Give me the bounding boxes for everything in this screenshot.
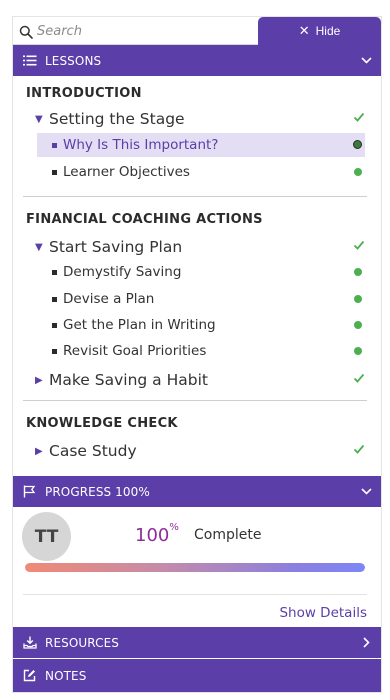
search-box xyxy=(13,17,258,45)
divider xyxy=(23,594,367,595)
notes-header-label: NOTES xyxy=(45,668,87,683)
lesson-label: Make Saving a Habit xyxy=(49,371,208,389)
bullet-square-icon xyxy=(52,322,57,328)
topic-item-active[interactable]: Why Is This Important? xyxy=(37,133,365,157)
triangle-right-icon: ▶ xyxy=(35,374,43,386)
status-dot-icon xyxy=(354,268,362,276)
bullet-square-icon xyxy=(52,269,57,275)
topic-label: Learner Objectives xyxy=(63,164,190,180)
progress-header-label: PROGRESS 100% xyxy=(45,484,150,499)
status-dot-icon xyxy=(354,321,362,329)
status-dot-icon xyxy=(354,347,362,355)
lessons-header[interactable]: LESSONS xyxy=(13,45,381,76)
avatar: TT xyxy=(22,512,71,561)
check-icon xyxy=(353,444,365,454)
lesson-label: Setting the Stage xyxy=(49,110,185,128)
divider xyxy=(23,196,367,197)
topic-label: Why Is This Important? xyxy=(63,137,219,153)
close-icon: ✕ xyxy=(298,23,310,38)
lesson-item[interactable]: ▶ Make Saving a Habit xyxy=(35,369,365,391)
topic-item[interactable]: Revisit Goal Priorities xyxy=(37,339,365,363)
topic-label: Get the Plan in Writing xyxy=(63,317,216,333)
sidebar-topbar: ✕ Hide xyxy=(13,17,381,45)
check-icon xyxy=(353,112,365,122)
topic-item[interactable]: Demystify Saving xyxy=(37,260,365,284)
check-icon xyxy=(353,373,365,383)
status-dot-icon xyxy=(354,295,362,303)
status-dot-icon xyxy=(353,140,362,149)
lesson-item[interactable]: ▼ Start Saving Plan xyxy=(35,236,365,258)
check-icon xyxy=(353,240,365,250)
lesson-label: Start Saving Plan xyxy=(49,238,183,256)
topic-label: Revisit Goal Priorities xyxy=(63,343,207,359)
progress-complete-label: Complete xyxy=(194,527,262,543)
divider xyxy=(23,400,367,401)
module-title: INTRODUCTION xyxy=(26,86,142,101)
topic-item[interactable]: Get the Plan in Writing xyxy=(37,313,365,337)
resources-header[interactable]: RESOURCES xyxy=(13,627,381,658)
topic-label: Devise a Plan xyxy=(63,291,155,307)
lessons-header-label: LESSONS xyxy=(45,53,102,68)
progress-percent-number: 100 xyxy=(135,525,170,546)
progress-header[interactable]: PROGRESS 100% xyxy=(13,476,381,507)
download-tray-icon xyxy=(23,636,45,649)
progress-bar-fill xyxy=(25,563,365,572)
lesson-label: Case Study xyxy=(49,442,137,460)
progress-bar xyxy=(25,563,365,572)
topic-item[interactable]: Learner Objectives xyxy=(37,160,365,184)
course-sidebar: ✕ Hide LESSONS INTRODUCTION ▼ Setting th… xyxy=(13,17,381,692)
hide-button-label: Hide xyxy=(315,24,341,38)
list-icon xyxy=(23,55,45,66)
chevron-down-icon[interactable] xyxy=(351,57,381,64)
module-title: KNOWLEDGE CHECK xyxy=(26,416,178,431)
resources-header-label: RESOURCES xyxy=(45,635,119,650)
status-dot-icon xyxy=(354,168,362,176)
hide-button[interactable]: ✕ Hide xyxy=(258,17,381,45)
bullet-square-icon xyxy=(52,169,57,175)
bullet-square-icon xyxy=(52,296,57,302)
triangle-down-icon: ▼ xyxy=(35,241,43,253)
chevron-down-icon[interactable] xyxy=(351,488,381,495)
percent-sign: % xyxy=(169,522,179,533)
notes-header[interactable]: NOTES xyxy=(13,659,381,692)
bullet-square-icon xyxy=(52,142,57,148)
topic-label: Demystify Saving xyxy=(63,264,182,280)
chevron-right-icon[interactable] xyxy=(351,637,381,648)
progress-panel: TT 100% Complete Show Details xyxy=(13,507,381,627)
bullet-square-icon xyxy=(52,348,57,354)
edit-note-icon xyxy=(23,669,45,682)
lesson-item[interactable]: ▼ Setting the Stage xyxy=(35,108,365,130)
search-icon xyxy=(19,25,33,39)
lesson-item[interactable]: ▶ Case Study xyxy=(35,440,365,462)
show-details-link[interactable]: Show Details xyxy=(279,605,367,621)
progress-percent: 100% xyxy=(135,522,179,546)
topic-item[interactable]: Devise a Plan xyxy=(37,287,365,311)
module-title: FINANCIAL COACHING ACTIONS xyxy=(26,212,263,227)
search-input[interactable] xyxy=(37,21,252,41)
flag-icon xyxy=(23,485,45,498)
triangle-down-icon: ▼ xyxy=(35,113,43,125)
triangle-right-icon: ▶ xyxy=(35,445,43,457)
